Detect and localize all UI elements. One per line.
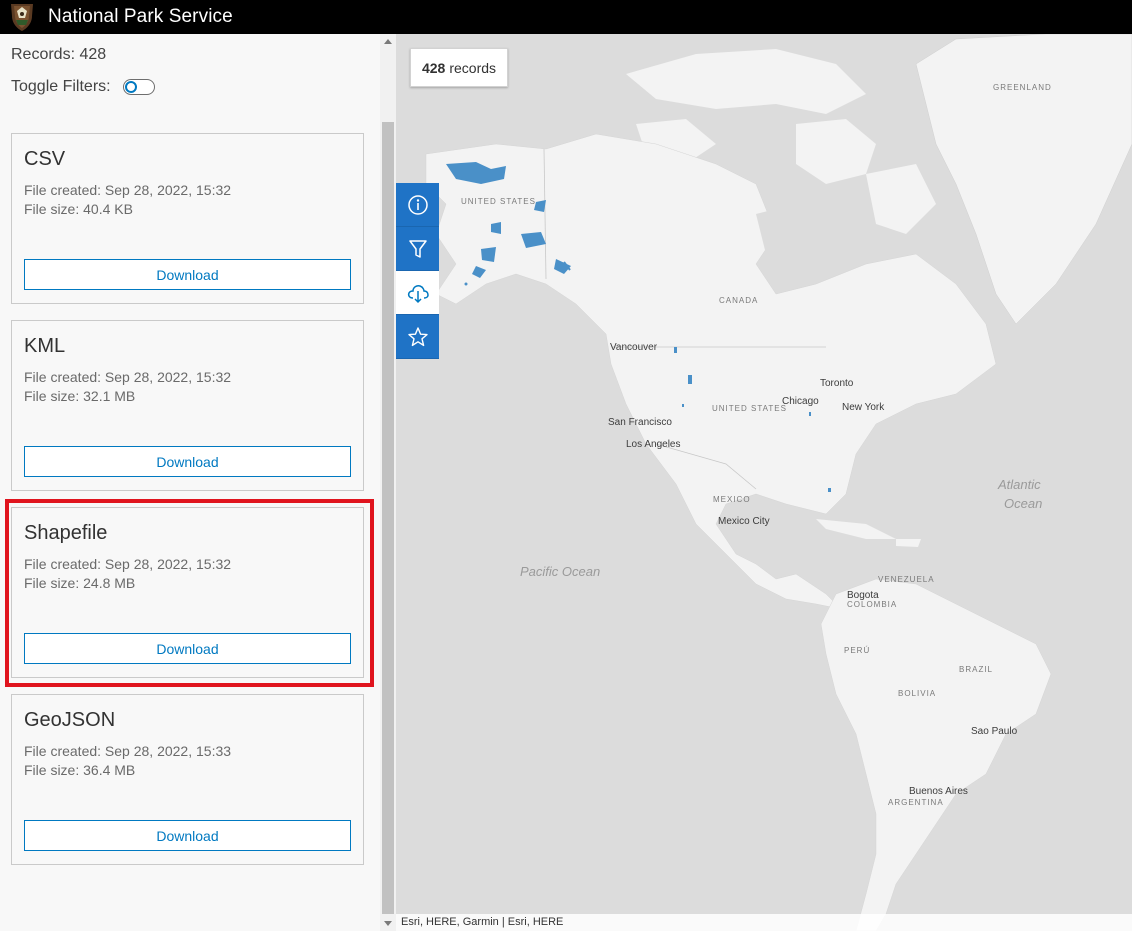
filter-icon — [408, 239, 427, 258]
toggle-filters-label: Toggle Filters: — [11, 78, 111, 95]
bookmarks-button[interactable] — [396, 315, 439, 359]
cloud-download-icon — [407, 284, 429, 303]
toggle-knob — [124, 81, 137, 93]
label-bolivia: BOLIVIA — [898, 689, 937, 698]
label-pacific-ocean: Pacific Ocean — [520, 564, 601, 579]
download-geojson-button[interactable]: Download — [24, 820, 351, 851]
file-created: File created: Sep 28, 2022, 15:32 — [24, 369, 232, 385]
info-button[interactable] — [396, 183, 439, 227]
label-greenland: GREENLAND — [993, 83, 1052, 92]
records-badge-count: 428 — [421, 59, 446, 76]
info-icon — [407, 194, 428, 215]
file-size: File size: 40.4 KB — [24, 201, 133, 217]
card-title: CSV — [24, 148, 66, 170]
toggle-filters-switch[interactable] — [122, 79, 155, 95]
label-atlantic-ocean: Ocean — [1004, 496, 1043, 511]
card-title: Shapefile — [24, 522, 108, 544]
label-toronto: Toronto — [820, 378, 854, 389]
label-atlantic: Atlantic — [998, 477, 1041, 492]
label-brazil: BRAZIL — [959, 665, 994, 674]
toggle-filters-row: Toggle Filters: — [11, 78, 155, 96]
card-title: KML — [24, 335, 66, 357]
label-mexico-city: Mexico City — [718, 516, 770, 527]
label-colombia: COLOMBIA — [847, 600, 898, 609]
label-peru: PERÚ — [844, 646, 871, 655]
file-created: File created: Sep 28, 2022, 15:32 — [24, 556, 232, 572]
map-toolbar — [396, 183, 439, 359]
label-united-states: UNITED STATES — [712, 404, 787, 413]
app-title: National Park Service — [48, 6, 233, 27]
download-shapefile-button[interactable]: Download — [24, 633, 351, 664]
download-card-shapefile: Shapefile File created: Sep 28, 2022, 15… — [11, 507, 364, 678]
file-size: File size: 24.8 MB — [24, 575, 136, 591]
label-san-francisco: San Francisco — [608, 417, 672, 428]
app-root: National Park Service Records: 428 Toggl… — [0, 0, 1132, 931]
download-csv-button[interactable]: Download — [24, 259, 351, 290]
label-buenos-aires: Buenos Aires — [909, 786, 968, 797]
file-size: File size: 32.1 MB — [24, 388, 136, 404]
label-chicago: Chicago — [782, 396, 819, 407]
file-created: File created: Sep 28, 2022, 15:32 — [24, 182, 232, 198]
download-panel: Records: 428 Toggle Filters: CSV File cr… — [0, 34, 396, 931]
download-tool-button[interactable] — [396, 271, 439, 315]
download-card-csv: CSV File created: Sep 28, 2022, 15:32 Fi… — [11, 133, 364, 304]
sidebar-scrollbar[interactable] — [380, 34, 396, 931]
file-created: File created: Sep 28, 2022, 15:33 — [24, 743, 232, 759]
label-sao-paulo: Sao Paulo — [971, 726, 1018, 737]
download-card-kml: KML File created: Sep 28, 2022, 15:32 Fi… — [11, 320, 364, 491]
scroll-down-arrow-icon[interactable] — [384, 921, 392, 926]
records-badge-suffix: records — [449, 59, 497, 76]
map-view[interactable]: 428 records GREENLAND UNITED STATES CANA… — [396, 34, 1132, 931]
scroll-thumb[interactable] — [382, 122, 394, 914]
file-size: File size: 36.4 MB — [24, 762, 136, 778]
label-united-states-alaska: UNITED STATES — [461, 197, 536, 206]
label-canada: CANADA — [719, 296, 759, 305]
label-argentina: ARGENTINA — [888, 798, 944, 807]
label-mexico: MEXICO — [713, 495, 751, 504]
arrowhead-logo-icon[interactable] — [8, 2, 36, 32]
label-los-angeles: Los Angeles — [626, 439, 681, 450]
records-badge: 428 records — [410, 48, 508, 87]
card-title: GeoJSON — [24, 709, 116, 731]
label-vancouver: Vancouver — [610, 342, 658, 353]
label-new-york: New York — [842, 402, 885, 413]
download-card-geojson: GeoJSON File created: Sep 28, 2022, 15:3… — [11, 694, 364, 865]
app-header: National Park Service — [0, 0, 1132, 34]
star-icon — [407, 326, 428, 346]
label-venezuela: VENEZUELA — [878, 575, 935, 584]
download-kml-button[interactable]: Download — [24, 446, 351, 477]
records-count: Records: 428 — [11, 46, 107, 63]
scroll-up-arrow-icon[interactable] — [384, 39, 392, 44]
map-attribution[interactable]: Esri, HERE, Garmin | Esri, HERE — [396, 914, 1132, 931]
filter-button[interactable] — [396, 227, 439, 271]
